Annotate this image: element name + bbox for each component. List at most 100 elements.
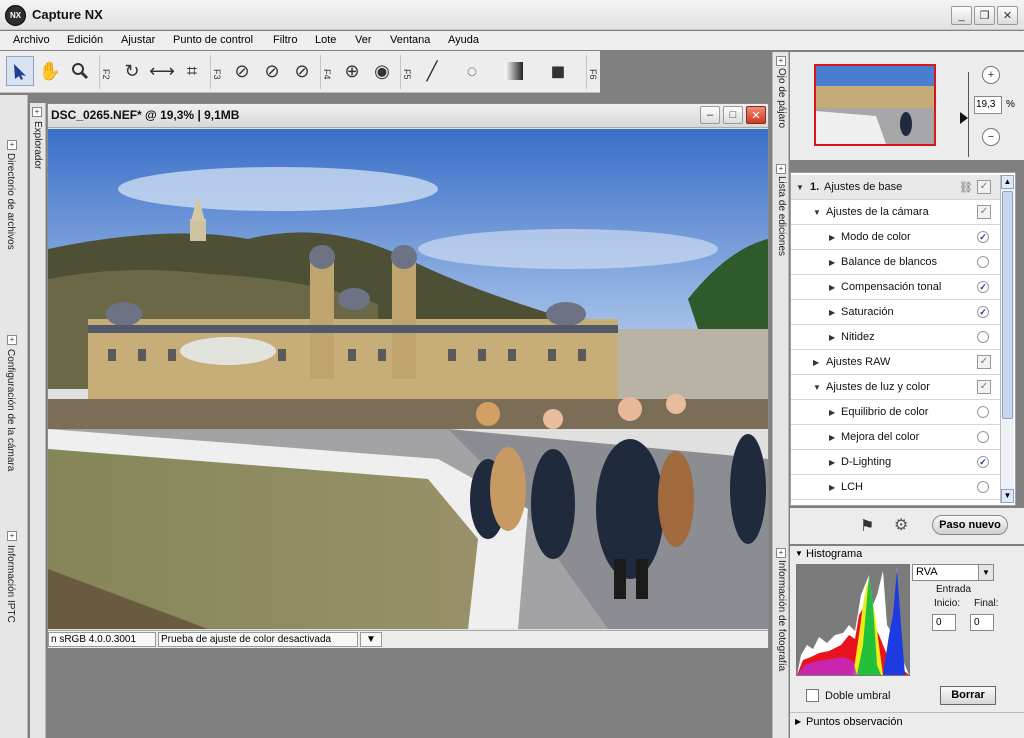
edit-item-toggle[interactable]	[977, 331, 989, 343]
edit-group-row[interactable]: ▼ Ajustes de luz y color ✓	[791, 375, 1001, 400]
selection-tool-icon[interactable]: ◉	[368, 56, 396, 86]
zoom-out-icon[interactable]: −	[982, 128, 1000, 146]
edit-step-row[interactable]: ▼ 1. Ajustes de base ⛓ ✓	[791, 175, 1001, 200]
photo-canvas[interactable]	[48, 129, 768, 629]
tab-informacion-iptc[interactable]: Información IPTC	[5, 545, 16, 623]
edit-item-toggle[interactable]	[977, 406, 989, 418]
doble-umbral-checkbox[interactable]	[806, 689, 819, 702]
tab-informacion-de-fotografia[interactable]: Información de fotografía	[776, 560, 787, 671]
menu-lote[interactable]: Lote	[315, 34, 336, 46]
menu-edicion[interactable]: Edición	[67, 34, 103, 46]
edit-item-row[interactable]: ▶ Nitidez	[791, 325, 1001, 350]
edit-list-scrollbar[interactable]: ▲ ▼	[1000, 175, 1014, 503]
scroll-thumb[interactable]	[1002, 191, 1013, 419]
menu-punto-de-control[interactable]: Punto de control	[173, 34, 253, 46]
gradient-tool-icon[interactable]	[500, 56, 528, 86]
gear-icon[interactable]: ⚙	[894, 515, 908, 535]
edit-group-row[interactable]: ▼ Ajustes de la cámara ✓	[791, 200, 1001, 225]
expand-plus-icon[interactable]: +	[7, 531, 17, 541]
zoom-value-input[interactable]: 19,3	[974, 96, 1002, 114]
tab-configuracion-camara[interactable]: Configuración de la cámara	[5, 349, 16, 471]
edit-item-row[interactable]: ▶ LCH	[791, 475, 1001, 500]
crop-tool-icon[interactable]: ⌗	[178, 56, 206, 86]
edit-item-row[interactable]: ▶ Equilibrio de color	[791, 400, 1001, 425]
toolbar-group-f6[interactable]: F6	[586, 55, 598, 89]
expand-plus-icon[interactable]: +	[7, 335, 17, 345]
tab-lista-de-ediciones[interactable]: Lista de ediciones	[776, 176, 787, 256]
edit-item-toggle[interactable]	[977, 431, 989, 443]
borrar-button[interactable]: Borrar	[940, 686, 996, 705]
expand-plus-icon[interactable]: +	[776, 548, 786, 558]
straighten-tool-icon[interactable]: ⟷	[148, 56, 176, 86]
menu-filtro[interactable]: Filtro	[273, 34, 297, 46]
edit-group-checkbox[interactable]: ✓	[977, 380, 991, 394]
status-dropdown-arrow-icon[interactable]: ▼	[360, 632, 382, 647]
expand-triangle-icon[interactable]: ▶	[829, 458, 835, 467]
edit-item-row[interactable]: ▶ Balance de blancos	[791, 250, 1001, 275]
zoom-slider-marker-icon[interactable]	[960, 112, 968, 124]
tab-explorador[interactable]: Explorador	[32, 121, 43, 169]
birdseye-thumbnail[interactable]	[814, 64, 936, 146]
flag-icon[interactable]: ⚑	[860, 516, 874, 536]
edit-item-toggle[interactable]	[977, 481, 989, 493]
chevron-down-icon[interactable]: ▼	[978, 564, 994, 581]
toolbar-group-f3[interactable]: F3	[210, 55, 222, 89]
edit-item-row[interactable]: ▶ Compensación tonal ✓	[791, 275, 1001, 300]
direct-select-tool-icon[interactable]	[6, 56, 34, 86]
edit-group-checkbox[interactable]: ✓	[977, 355, 991, 369]
doc-close-button[interactable]: ✕	[746, 106, 766, 124]
expand-plus-icon[interactable]: +	[7, 140, 17, 150]
expand-triangle-icon[interactable]: ▶	[829, 283, 835, 292]
expand-triangle-icon[interactable]: ▶	[829, 408, 835, 417]
zoom-tool-icon[interactable]	[66, 56, 94, 86]
expand-triangle-icon[interactable]: ▶	[829, 308, 835, 317]
edit-item-toggle[interactable]: ✓	[977, 281, 989, 293]
expand-triangle-icon[interactable]: ▶	[795, 717, 801, 726]
collapse-triangle-icon[interactable]: ▼	[796, 183, 804, 192]
rotate-tool-icon[interactable]: ↻	[118, 56, 146, 86]
black-point-tool-icon[interactable]: ⊘	[228, 56, 256, 86]
expand-triangle-icon[interactable]: ▶	[829, 433, 835, 442]
edit-group-checkbox[interactable]: ✓	[977, 205, 991, 219]
doc-minimize-button[interactable]: –	[700, 106, 720, 124]
expand-triangle-icon[interactable]: ▶	[829, 483, 835, 492]
expand-triangle-icon[interactable]: ▶	[829, 333, 835, 342]
minimize-button[interactable]: _	[951, 6, 972, 25]
expand-triangle-icon[interactable]: ▶	[813, 358, 819, 367]
hand-tool-icon[interactable]: ✋	[36, 56, 64, 86]
toolbar-group-f5[interactable]: F5	[400, 55, 412, 89]
expand-plus-icon[interactable]: +	[32, 107, 42, 117]
zoom-in-icon[interactable]: +	[982, 66, 1000, 84]
menu-ayuda[interactable]: Ayuda	[448, 34, 479, 46]
tab-directorio-de-archivos[interactable]: Directorio de archivos	[5, 153, 16, 250]
edit-step-checkbox[interactable]: ✓	[977, 180, 991, 194]
inicio-input[interactable]: 0	[932, 614, 956, 631]
edit-item-row[interactable]: ▶ D-Lighting ✓	[791, 450, 1001, 475]
link-icon[interactable]: ⛓	[959, 181, 973, 194]
new-step-button[interactable]: Paso nuevo	[932, 515, 1008, 535]
expand-plus-icon[interactable]: +	[776, 164, 786, 174]
menu-archivo[interactable]: Archivo	[13, 34, 50, 46]
expand-plus-icon[interactable]: +	[776, 56, 786, 66]
collapse-triangle-icon[interactable]: ▼	[813, 208, 821, 217]
edit-item-toggle[interactable]: ✓	[977, 231, 989, 243]
close-button[interactable]: ✕	[997, 6, 1018, 25]
doc-maximize-button[interactable]: □	[723, 106, 743, 124]
puntos-observacion-panel[interactable]: Puntos observación	[806, 716, 903, 728]
toolbar-group-f4[interactable]: F4	[320, 55, 332, 89]
expand-triangle-icon[interactable]: ▶	[829, 258, 835, 267]
menu-ventana[interactable]: Ventana	[390, 34, 430, 46]
edit-item-toggle[interactable]: ✓	[977, 456, 989, 468]
neutral-point-tool-icon[interactable]: ⊘	[258, 56, 286, 86]
final-input[interactable]: 0	[970, 614, 994, 631]
red-eye-tool-icon[interactable]: ⊕	[338, 56, 366, 86]
tab-ojo-de-pajaro[interactable]: Ojo de pájaro	[776, 68, 787, 128]
zoom-slider-track[interactable]	[968, 72, 969, 157]
white-point-tool-icon[interactable]: ⊘	[288, 56, 316, 86]
lasso-tool-icon[interactable]: ◌	[458, 56, 486, 86]
maximize-button[interactable]: ❐	[974, 6, 995, 25]
collapse-triangle-icon[interactable]: ▼	[813, 383, 821, 392]
edit-item-toggle[interactable]: ✓	[977, 306, 989, 318]
menu-ajustar[interactable]: Ajustar	[121, 34, 155, 46]
expand-triangle-icon[interactable]: ▶	[829, 233, 835, 242]
